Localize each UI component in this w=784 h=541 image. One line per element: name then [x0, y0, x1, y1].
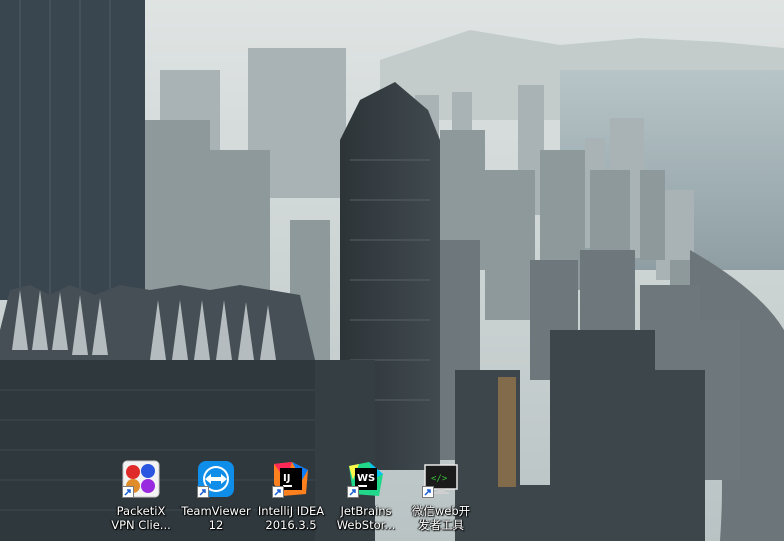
desktop-icon-packetix-vpn[interactable]: PacketiX VPN Clie...: [104, 458, 178, 538]
label-line-2: 发者工具: [418, 518, 464, 532]
desktop-icon-label: IntelliJ IDEA 2016.3.5: [254, 504, 328, 532]
desktop-icon-label: JetBrains WebStor...: [329, 504, 403, 532]
desktop-icons: PacketiX VPN Clie... TeamViewer 12 IJ In…: [0, 0, 784, 541]
label-line-2: 12: [208, 518, 224, 532]
label-line-2: 2016.3.5: [265, 518, 317, 532]
webstorm-icon: WS: [347, 460, 385, 498]
label-line-1: IntelliJ IDEA: [257, 504, 325, 518]
label-line-1: JetBrains: [340, 504, 392, 518]
desktop-icon-teamviewer[interactable]: TeamViewer 12: [179, 458, 253, 538]
label-line-1: 微信web开: [411, 504, 471, 518]
label-line-1: PacketiX: [116, 504, 166, 518]
desktop-icon-label: TeamViewer 12: [179, 504, 253, 532]
shortcut-arrow-icon: [422, 486, 434, 498]
label-line-1: TeamViewer: [181, 504, 251, 518]
desktop-icon-label: PacketiX VPN Clie...: [104, 504, 178, 532]
packetix-vpn-icon: [122, 460, 160, 498]
shortcut-arrow-icon: [347, 486, 359, 498]
shortcut-arrow-icon: [122, 486, 134, 498]
svg-text:</>: </>: [431, 474, 448, 484]
shortcut-arrow-icon: [272, 486, 284, 498]
shortcut-arrow-icon: [197, 486, 209, 498]
teamviewer-icon: [197, 460, 235, 498]
desktop-icon-label: 微信web开 发者工具: [404, 504, 478, 532]
desktop-icon-intellij-idea[interactable]: IJ IntelliJ IDEA 2016.3.5: [254, 458, 328, 538]
desktop-icon-wechat-devtools[interactable]: </> 微信web开 发者工具: [404, 458, 478, 538]
svg-text:IJ: IJ: [283, 473, 290, 484]
intellij-idea-icon: IJ: [272, 460, 310, 498]
label-line-2: WebStor...: [336, 518, 396, 532]
wechat-devtools-icon: </>: [422, 460, 460, 498]
label-line-2: VPN Clie...: [111, 518, 171, 532]
desktop-wallpaper: PacketiX VPN Clie... TeamViewer 12 IJ In…: [0, 0, 784, 541]
svg-text:WS: WS: [357, 473, 375, 484]
desktop-icon-webstorm[interactable]: WS JetBrains WebStor...: [329, 458, 403, 538]
